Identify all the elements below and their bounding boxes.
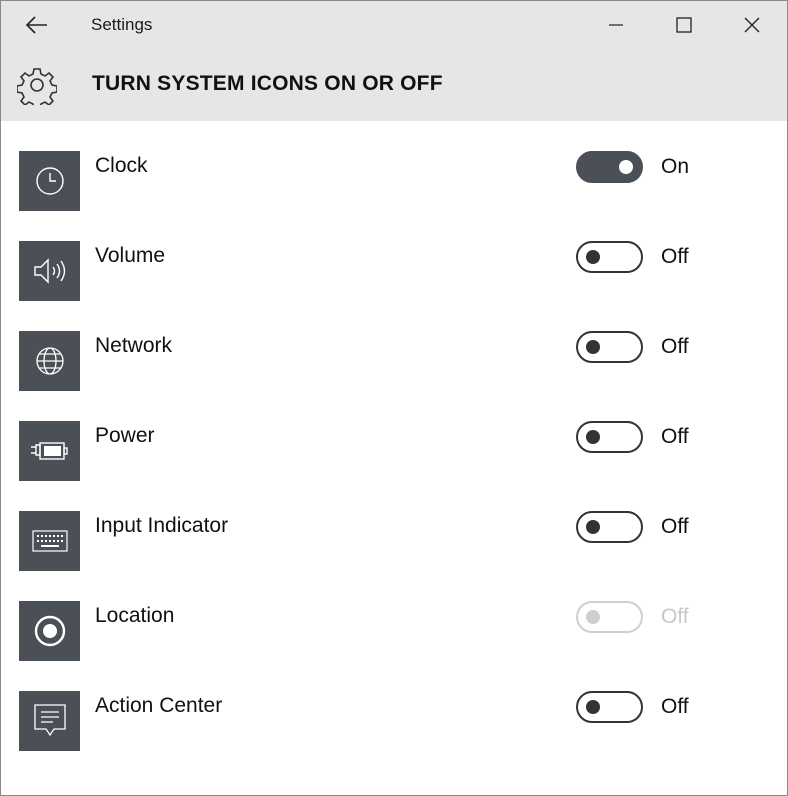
- state-location: Off: [661, 605, 689, 628]
- toggle-location[interactable]: [576, 601, 643, 633]
- minimize-button[interactable]: [581, 1, 651, 49]
- toggle-knob: [586, 700, 600, 714]
- close-icon: [744, 17, 760, 33]
- toggle-knob: [586, 340, 600, 354]
- network-tile: [19, 331, 80, 391]
- state-power: Off: [661, 425, 689, 448]
- toggle-clock[interactable]: [576, 151, 643, 183]
- back-button[interactable]: [13, 5, 61, 45]
- volume-icon: [33, 258, 65, 284]
- toggle-power[interactable]: [576, 421, 643, 453]
- toggle-knob: [586, 430, 600, 444]
- setting-label-location: Location: [95, 604, 175, 627]
- state-clock: On: [661, 155, 690, 178]
- keyboard-icon: [31, 530, 68, 552]
- clock-tile: [19, 151, 80, 211]
- setting-row-clock: Clock On: [1, 141, 787, 231]
- setting-label-clock: Clock: [95, 154, 148, 177]
- gear-icon: [17, 68, 57, 105]
- minimize-icon: [609, 24, 623, 26]
- setting-label-network: Network: [95, 334, 173, 357]
- window-title: Settings: [91, 15, 153, 34]
- action-center-icon: [33, 704, 66, 737]
- setting-label-input-indicator: Input Indicator: [95, 514, 229, 537]
- setting-label-volume: Volume: [95, 244, 166, 267]
- volume-tile: [19, 241, 80, 301]
- location-icon: [34, 615, 65, 647]
- back-arrow-icon: [26, 16, 47, 34]
- settings-window: Settings TURN SYSTEM ICONS ON OR OFF Clo…: [0, 0, 788, 796]
- input-indicator-tile: [19, 511, 80, 571]
- power-battery-icon: [30, 442, 68, 460]
- clock-icon: [35, 167, 64, 195]
- maximize-icon: [676, 17, 692, 33]
- network-globe-icon: [35, 347, 64, 375]
- toggle-knob: [586, 610, 600, 624]
- setting-label-power: Power: [95, 424, 155, 447]
- state-action-center: Off: [661, 695, 689, 718]
- toggle-action-center[interactable]: [576, 691, 643, 723]
- toggle-network[interactable]: [576, 331, 643, 363]
- toggle-volume[interactable]: [576, 241, 643, 273]
- state-network: Off: [661, 335, 689, 358]
- toggle-input-indicator[interactable]: [576, 511, 643, 543]
- setting-row-network: Network Off: [1, 321, 787, 411]
- title-bar: Settings: [1, 1, 787, 49]
- page-header: TURN SYSTEM ICONS ON OR OFF: [1, 49, 787, 121]
- action-center-tile: [19, 691, 80, 751]
- toggle-knob: [619, 160, 633, 174]
- state-input-indicator: Off: [661, 515, 689, 538]
- toggle-knob: [586, 520, 600, 534]
- state-volume: Off: [661, 245, 689, 268]
- power-tile: [19, 421, 80, 481]
- setting-row-input-indicator: Input Indicator Off: [1, 501, 787, 591]
- toggle-knob: [586, 250, 600, 264]
- setting-row-volume: Volume Off: [1, 231, 787, 321]
- page-title: TURN SYSTEM ICONS ON OR OFF: [92, 72, 443, 95]
- setting-row-action-center: Action Center Off: [1, 681, 787, 771]
- setting-row-location: Location Off: [1, 591, 787, 681]
- setting-label-action-center: Action Center: [95, 694, 223, 717]
- maximize-button[interactable]: [649, 1, 719, 49]
- close-button[interactable]: [717, 1, 787, 49]
- location-tile: [19, 601, 80, 661]
- setting-row-power: Power Off: [1, 411, 787, 501]
